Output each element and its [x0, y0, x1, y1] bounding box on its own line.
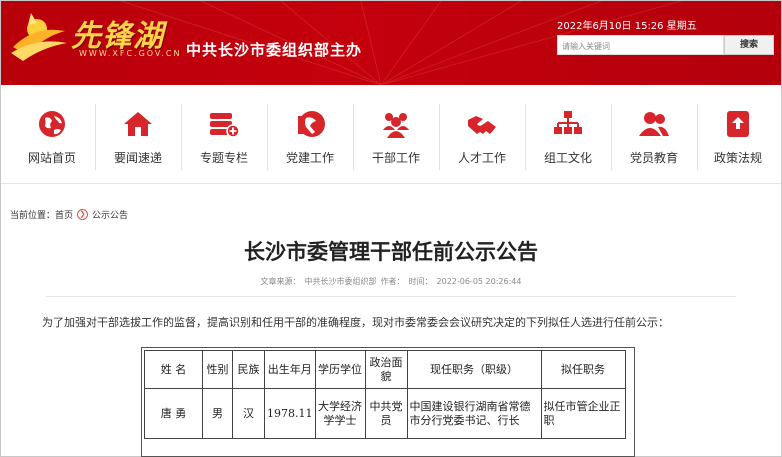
nav-item-home[interactable]: 网站首页: [9, 96, 95, 176]
time-label: 时间：: [408, 277, 433, 286]
document-upload-icon: [727, 111, 749, 137]
current-datetime: 2022年6月10日 15:26 星期五: [557, 21, 697, 32]
nav-item-cadre[interactable]: 干部工作: [353, 96, 439, 176]
nav-item-policy[interactable]: 政策法规: [695, 96, 781, 176]
nav-bottom-border: [1, 183, 781, 184]
source-label: 文章来源：: [260, 277, 301, 286]
users-icon: [639, 112, 669, 136]
author-label: 作者：: [380, 277, 405, 286]
main-nav: 网站首页 要闻速递 专题专栏 党建工作 干部工作 人才工作 组工文化 党员教育 …: [1, 96, 781, 176]
nav-item-culture[interactable]: 组工文化: [525, 96, 611, 176]
nav-item-news[interactable]: 要闻速递: [95, 96, 181, 176]
cell-political: 中共党员: [364, 388, 408, 439]
article-meta: 文章来源： 中共长沙市委组织部 作者： 时间： 2022-06-05 20:26:44: [0, 276, 782, 287]
col-header-name: 姓 名: [144, 350, 203, 389]
logo-url: WWW.XFC.GOV.CN: [79, 49, 182, 58]
nav-label: 干部工作: [371, 151, 420, 165]
party-icon: [298, 111, 325, 137]
nav-item-topics[interactable]: 专题专栏: [181, 96, 267, 176]
col-header-education: 学历学位: [314, 350, 366, 389]
nav-label: 人才工作: [457, 151, 506, 165]
table-row: 唐 勇 男 汉 1978.11 大学经济学学士 中共党员 中国建设银行湖南省常德…: [144, 388, 626, 439]
cell-proposed-position: 拟任市管企业正职: [540, 388, 626, 439]
cell-birth: 1978.11: [264, 388, 316, 439]
site-logo[interactable]: 先锋湖 WWW.XFC.GOV.CN: [9, 7, 184, 63]
article-title: 长沙市委管理干部任前公示公告: [244, 240, 538, 264]
home-icon: [124, 112, 152, 136]
table-header-row: 姓 名 性别 民族 出生年月 学历学位 政治面貌 现任职务（职级） 拟任职务: [144, 350, 626, 389]
chevron-right-icon: ❯: [77, 209, 89, 220]
nav-label: 党员教育: [629, 151, 678, 165]
col-header-birth: 出生年月: [264, 350, 316, 389]
nav-label: 专题专栏: [199, 151, 248, 165]
nav-label: 要闻速递: [113, 151, 162, 165]
breadcrumb: 当前位置：首页 ❯ 公示公告: [10, 208, 128, 221]
appointment-table: 姓 名 性别 民族 出生年月 学历学位 政治面貌 现任职务（职级） 拟任职务 唐…: [144, 350, 626, 439]
handshake-icon: [468, 116, 496, 134]
group-icon: [383, 113, 409, 138]
server-plus-icon: [210, 113, 240, 138]
time-value: 2022-06-05 20:26:44: [436, 277, 522, 286]
article-intro: 为了加强对干部选拔工作的监督，提高识别和任用干部的准确程度，现对市委常委会会议研…: [42, 316, 669, 329]
col-header-gender: 性别: [202, 350, 233, 389]
breadcrumb-prefix: 当前位置：: [10, 211, 56, 221]
nav-label: 组工文化: [543, 151, 592, 165]
globe-icon: [39, 111, 65, 137]
breadcrumb-home-link[interactable]: 首页: [55, 208, 73, 221]
nav-item-education[interactable]: 党员教育: [611, 96, 697, 176]
col-header-political: 政治面貌: [364, 350, 408, 389]
search-button[interactable]: 搜索: [724, 35, 774, 55]
cell-current-position: 中国建设银行湖南省常德市分行党委书记、行长: [406, 388, 542, 439]
cell-name: 唐 勇: [144, 388, 203, 439]
cell-ethnicity: 汉: [232, 388, 265, 439]
cell-gender: 男: [202, 388, 233, 439]
nav-label: 政策法规: [713, 151, 762, 165]
site-header: 先锋湖 WWW.XFC.GOV.CN 中共长沙市委组织部主办 2022年6月10…: [1, 1, 781, 85]
nav-item-party-building[interactable]: 党建工作: [267, 96, 353, 176]
nav-item-talent[interactable]: 人才工作: [439, 96, 525, 176]
title-divider: [46, 296, 736, 297]
search-input[interactable]: 请输入关键词: [557, 35, 724, 55]
nav-label: 网站首页: [27, 151, 76, 165]
col-header-proposed-position: 拟任职务: [540, 350, 626, 389]
col-header-current-position: 现任职务（职级）: [406, 350, 542, 389]
breadcrumb-current[interactable]: 公示公告: [92, 208, 128, 221]
logo-emblem-icon: [11, 13, 67, 61]
sponsor-text: 中共长沙市委组织部主办: [186, 41, 363, 59]
source-value: 中共长沙市委组织部: [304, 277, 377, 286]
cell-education: 大学经济学学士: [314, 388, 366, 439]
nav-label: 党建工作: [285, 151, 334, 165]
col-header-ethnicity: 民族: [232, 350, 265, 389]
org-chart-icon: [554, 111, 582, 134]
